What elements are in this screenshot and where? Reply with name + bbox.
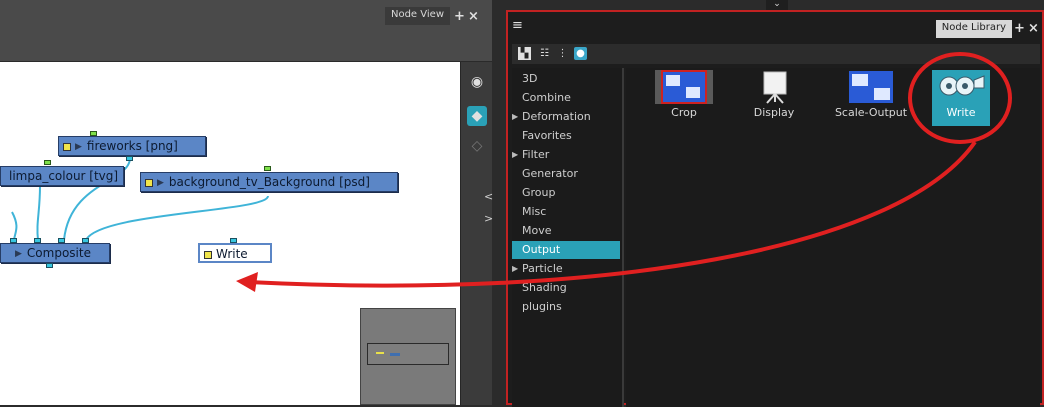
film-reel-icon [939,75,985,96]
navigator-minimap[interactable] [360,308,456,405]
category-label: Filter [522,148,550,161]
node-composite[interactable]: ▶ Composite [0,243,110,263]
category-label: Particle [522,262,563,275]
category-particle[interactable]: ▶ Particle [512,260,620,278]
layer-stack-icon[interactable]: ◇ [467,136,487,156]
item-label: Crop [671,106,697,119]
scale-output-icon [849,71,893,103]
node-write[interactable]: Write [198,243,272,263]
enable-toggle[interactable] [63,142,71,151]
node-view-tab[interactable]: Node View [384,7,450,25]
input-port[interactable] [44,160,51,165]
item-label: Scale-Output [834,106,908,119]
category-label: Output [522,243,561,256]
category-list: 3D Combine ▶ Deformation Favorites ▶ Filte… [512,68,624,407]
input-port[interactable] [264,166,271,171]
category-move[interactable]: Move [512,222,620,240]
node-view-titlebar: Node View + × [0,4,492,26]
category-favorites[interactable]: Favorites [512,127,620,145]
node-background[interactable]: ▶ background_tv_Background [psd] [140,172,398,192]
output-port[interactable] [46,263,53,268]
category-label: Combine [522,91,571,104]
node-fireworks[interactable]: ▶ fireworks [png] [58,136,206,156]
category-3d[interactable]: 3D [512,70,620,88]
category-output[interactable]: Output [512,241,620,259]
chevron-right-icon[interactable]: > [484,212,493,225]
panel-collapse-handle[interactable]: < > [484,186,494,246]
category-group[interactable]: Group [512,184,620,202]
category-label: Deformation [522,110,591,123]
node-label: limpa_colour [tvg] [9,169,119,183]
navigator-viewport[interactable] [367,343,449,365]
category-deformation[interactable]: ▶ Deformation [512,108,620,126]
close-panel-button[interactable]: × [467,10,480,23]
category-label: Misc [522,205,547,218]
category-label: Generator [522,167,578,180]
minimap-node [376,352,384,354]
node-view-header: Node View + × [0,0,492,62]
node-label: Composite [26,246,91,260]
category-label: 3D [522,72,538,85]
node-label: background_tv_Background [psd] [168,175,370,189]
expand-arrow-icon[interactable]: ▶ [512,146,518,164]
chevron-left-icon[interactable]: < [484,190,493,203]
display-icon [763,71,787,104]
category-label: Favorites [522,129,572,142]
node-library-tab[interactable]: Node Library [935,20,1012,38]
close-panel-button[interactable]: × [1027,22,1040,35]
category-generator[interactable]: Generator [512,165,620,183]
add-panel-button[interactable]: + [453,10,466,23]
category-plugins[interactable]: plugins [512,298,620,316]
expand-arrow-icon[interactable]: ▶ [75,138,82,156]
minimap-node [390,353,400,356]
library-item-write[interactable]: Write [932,70,990,126]
enable-toggle[interactable] [145,178,153,187]
expand-arrow-icon[interactable]: ▶ [512,108,518,126]
expand-arrow-icon[interactable]: ▶ [15,245,22,263]
library-item-scale-output[interactable]: Scale-Output [826,70,916,126]
node-label: fireworks [png] [86,139,178,153]
enable-toggle[interactable] [204,250,212,259]
item-label: Write [946,106,976,119]
list-view-icon[interactable]: ☷ [538,47,551,60]
layers-icon[interactable]: ◆ [467,106,487,126]
crop-icon [655,70,713,104]
eye-icon[interactable]: ◉ [467,72,487,92]
item-label: Display [753,106,795,119]
library-item-display[interactable]: Display [736,70,812,126]
node-canvas[interactable]: ▶ fireworks [png] limpa_colour [tvg] ▶ bac… [0,62,460,405]
category-label: Move [522,224,552,237]
expand-arrow-icon[interactable]: ▶ [512,260,518,278]
category-combine[interactable]: Combine [512,89,620,107]
category-label: plugins [522,300,562,313]
node-library-toolbar: ▚ ☷ ⋮ ● [512,44,1040,64]
node-label: Write [216,247,248,261]
expand-arrow-icon[interactable]: ▶ [157,174,164,192]
search-icon[interactable]: ● [574,47,587,60]
output-port[interactable] [126,156,133,161]
icon-view-icon[interactable]: ▚ [518,47,531,60]
node-view-panel: Node View + × ▶ fireworks [png] limpa_col… [0,0,494,405]
menu-icon[interactable]: ≡ [512,18,523,33]
library-item-crop[interactable]: Crop [646,70,722,126]
add-panel-button[interactable]: + [1013,22,1026,35]
category-shading[interactable]: Shading [512,279,620,297]
category-label: Shading [522,281,567,294]
splitter-handle[interactable]: ⌄ [766,0,788,10]
node-library-panel: ≡ Node Library + × ▚ ☷ ⋮ ● 3D Combine ▶ D… [506,10,1044,407]
node-limpa-colour[interactable]: limpa_colour [tvg] [0,166,124,186]
tree-view-icon[interactable]: ⋮ [556,47,569,60]
node-item-grid: Crop Display Scale-Output Write [626,68,1040,407]
category-label: Group [522,186,556,199]
category-filter[interactable]: ▶ Filter [512,146,620,164]
category-misc[interactable]: Misc [512,203,620,221]
